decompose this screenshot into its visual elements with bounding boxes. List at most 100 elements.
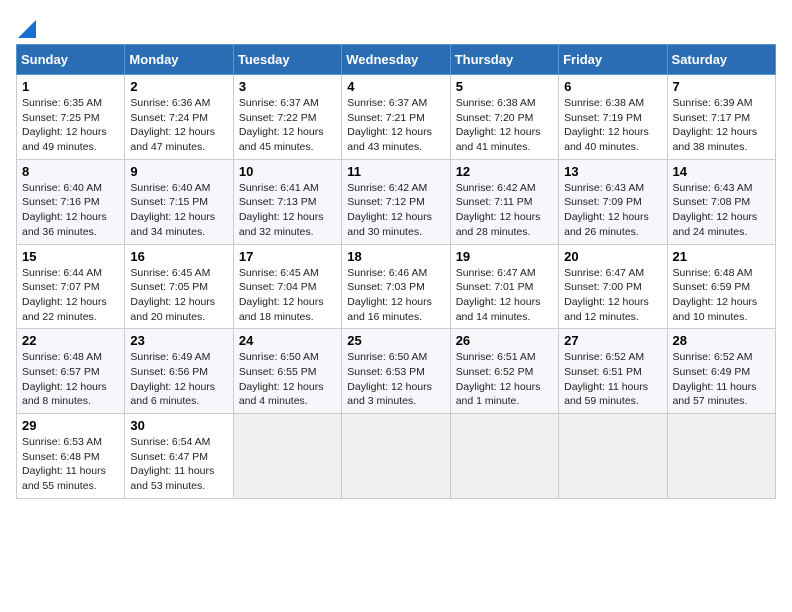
- day-number: 9: [130, 164, 227, 179]
- day-number: 23: [130, 333, 227, 348]
- day-number: 21: [673, 249, 770, 264]
- day-number: 25: [347, 333, 444, 348]
- week-row-4: 22 Sunrise: 6:48 AMSunset: 6:57 PM Dayligh…: [17, 329, 776, 414]
- header: [16, 16, 776, 34]
- day-number: 26: [456, 333, 553, 348]
- cell-text: Sunrise: 6:50 AM: [347, 350, 444, 365]
- day-number: 16: [130, 249, 227, 264]
- logo-triangle-icon: [18, 16, 36, 38]
- day-number: 27: [564, 333, 661, 348]
- cell-text: Daylight: 12 hours and 3 minutes.: [347, 380, 444, 409]
- calendar-cell: 28Sunrise: 6:52 AMSunset: 6:49 PMDayligh…: [667, 329, 775, 414]
- day-number: 14: [673, 164, 770, 179]
- cell-text: Sunset: 7:24 PM: [130, 111, 227, 126]
- day-number: 13: [564, 164, 661, 179]
- cell-text: Daylight: 12 hours and 36 minutes.: [22, 210, 119, 239]
- day-header-wednesday: Wednesday: [342, 45, 450, 75]
- calendar-cell: 3Sunrise: 6:37 AMSunset: 7:22 PMDaylight…: [233, 75, 341, 160]
- day-number: 22: [22, 333, 119, 348]
- cell-text: Sunrise: 6:45 AM: [239, 266, 336, 281]
- cell-text: Sunset: 7:13 PM: [239, 195, 336, 210]
- calendar-cell: 17Sunrise: 6:45 AMSunset: 7:04 PMDayligh…: [233, 244, 341, 329]
- day-number: 11: [347, 164, 444, 179]
- cell-text: Sunset: 6:48 PM: [22, 450, 119, 465]
- cell-text: Daylight: 12 hours and 4 minutes.: [239, 380, 336, 409]
- cell-text: Daylight: 12 hours and 18 minutes.: [239, 295, 336, 324]
- cell-text: Sunrise: 6:40 AM: [130, 181, 227, 196]
- cell-text: Daylight: 12 hours and 45 minutes.: [239, 125, 336, 154]
- cell-text: Daylight: 12 hours and 14 minutes.: [456, 295, 553, 324]
- cell-text: Sunrise: 6:44 AM: [22, 266, 119, 281]
- day-number: 3: [239, 79, 336, 94]
- cell-text: Sunset: 6:53 PM: [347, 365, 444, 380]
- cell-text: Daylight: 12 hours and 16 minutes.: [347, 295, 444, 324]
- day-header-thursday: Thursday: [450, 45, 558, 75]
- cell-text: Sunset: 7:11 PM: [456, 195, 553, 210]
- day-number: 8: [22, 164, 119, 179]
- day-number: 6: [564, 79, 661, 94]
- cell-text: Daylight: 12 hours and 6 minutes.: [130, 380, 227, 409]
- cell-text: Daylight: 11 hours and 57 minutes.: [673, 380, 770, 409]
- cell-text: Daylight: 12 hours and 20 minutes.: [130, 295, 227, 324]
- calendar-cell: [450, 414, 558, 499]
- cell-text: Sunrise: 6:45 AM: [130, 266, 227, 281]
- day-number: 29: [22, 418, 119, 433]
- cell-text: Sunset: 6:47 PM: [130, 450, 227, 465]
- cell-text: Sunrise: 6:36 AM: [130, 96, 227, 111]
- cell-text: Sunset: 7:21 PM: [347, 111, 444, 126]
- calendar-cell: [667, 414, 775, 499]
- cell-text: Sunrise: 6:52 AM: [673, 350, 770, 365]
- day-number: 1: [22, 79, 119, 94]
- calendar-cell: 15Sunrise: 6:44 AMSunset: 7:07 PMDayligh…: [17, 244, 125, 329]
- calendar-cell: 10 Sunrise: 6:41 AMSunset: 7:13 PMDayligh…: [233, 159, 341, 244]
- calendar-cell: 23Sunrise: 6:49 AMSunset: 6:56 PMDayligh…: [125, 329, 233, 414]
- cell-text: Daylight: 11 hours and 55 minutes.: [22, 464, 119, 493]
- cell-text: Sunset: 7:16 PM: [22, 195, 119, 210]
- calendar-cell: [342, 414, 450, 499]
- cell-text: Sunrise: 6:53 AM: [22, 435, 119, 450]
- cell-text: Sunrise: 6:49 AM: [130, 350, 227, 365]
- cell-text: Sunset: 7:05 PM: [130, 280, 227, 295]
- calendar-cell: 12Sunrise: 6:42 AMSunset: 7:11 PMDayligh…: [450, 159, 558, 244]
- cell-text: Daylight: 12 hours and 38 minutes.: [673, 125, 770, 154]
- calendar-cell: [233, 414, 341, 499]
- day-number: 18: [347, 249, 444, 264]
- day-number: 7: [673, 79, 770, 94]
- week-row-5: 29Sunrise: 6:53 AMSunset: 6:48 PMDayligh…: [17, 414, 776, 499]
- cell-text: Sunset: 7:07 PM: [22, 280, 119, 295]
- cell-text: Sunset: 6:57 PM: [22, 365, 119, 380]
- calendar-cell: 25 Sunrise: 6:50 AMSunset: 6:53 PMDayligh…: [342, 329, 450, 414]
- cell-text: Sunrise: 6:39 AM: [673, 96, 770, 111]
- cell-text: Sunset: 6:51 PM: [564, 365, 661, 380]
- cell-text: Daylight: 12 hours and 10 minutes.: [673, 295, 770, 324]
- cell-text: Sunrise: 6:54 AM: [130, 435, 227, 450]
- cell-text: Sunrise: 6:37 AM: [239, 96, 336, 111]
- cell-text: Sunrise: 6:35 AM: [22, 96, 119, 111]
- cell-text: Sunrise: 6:46 AM: [347, 266, 444, 281]
- cell-text: Daylight: 12 hours and 32 minutes.: [239, 210, 336, 239]
- cell-text: Sunrise: 6:40 AM: [22, 181, 119, 196]
- cell-text: Sunrise: 6:38 AM: [564, 96, 661, 111]
- cell-text: Daylight: 12 hours and 24 minutes.: [673, 210, 770, 239]
- calendar-table: SundayMondayTuesdayWednesdayThursdayFrid…: [16, 44, 776, 499]
- cell-text: Sunrise: 6:50 AM: [239, 350, 336, 365]
- week-row-1: 1Sunrise: 6:35 AMSunset: 7:25 PMDaylight…: [17, 75, 776, 160]
- cell-text: Daylight: 12 hours and 22 minutes.: [22, 295, 119, 324]
- cell-text: Sunset: 7:09 PM: [564, 195, 661, 210]
- calendar-cell: 18Sunrise: 6:46 AMSunset: 7:03 PMDayligh…: [342, 244, 450, 329]
- day-number: 10: [239, 164, 336, 179]
- day-number: 30: [130, 418, 227, 433]
- cell-text: Daylight: 12 hours and 47 minutes.: [130, 125, 227, 154]
- calendar-cell: 9Sunrise: 6:40 AMSunset: 7:15 PMDaylight…: [125, 159, 233, 244]
- cell-text: Sunrise: 6:48 AM: [22, 350, 119, 365]
- cell-text: Sunrise: 6:41 AM: [239, 181, 336, 196]
- cell-text: Daylight: 12 hours and 40 minutes.: [564, 125, 661, 154]
- calendar-cell: 24Sunrise: 6:50 AMSunset: 6:55 PMDayligh…: [233, 329, 341, 414]
- cell-text: Daylight: 11 hours and 53 minutes.: [130, 464, 227, 493]
- cell-text: Sunrise: 6:42 AM: [347, 181, 444, 196]
- calendar-cell: 19Sunrise: 6:47 AMSunset: 7:01 PMDayligh…: [450, 244, 558, 329]
- cell-text: Sunrise: 6:37 AM: [347, 96, 444, 111]
- calendar-cell: 14Sunrise: 6:43 AMSunset: 7:08 PMDayligh…: [667, 159, 775, 244]
- cell-text: Sunrise: 6:52 AM: [564, 350, 661, 365]
- week-row-2: 8Sunrise: 6:40 AMSunset: 7:16 PMDaylight…: [17, 159, 776, 244]
